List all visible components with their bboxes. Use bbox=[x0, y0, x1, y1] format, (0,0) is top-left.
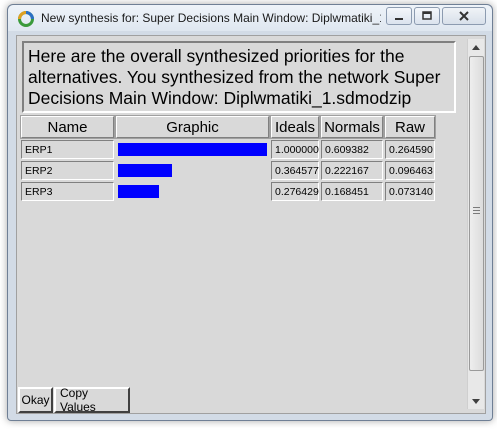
synthesis-panel: Here are the overall synthesized priorit… bbox=[16, 35, 486, 414]
column-header-ideals: Ideals bbox=[270, 115, 320, 139]
row-graphic bbox=[116, 161, 269, 180]
row-ideals: 1.000000 bbox=[271, 140, 319, 159]
priority-bar bbox=[118, 164, 172, 177]
copy-values-button[interactable]: Copy Values bbox=[54, 386, 130, 414]
scroll-up-arrow-icon[interactable] bbox=[468, 39, 484, 55]
maximize-icon bbox=[422, 11, 432, 20]
row-name: ERP2 bbox=[21, 161, 114, 180]
okay-button[interactable]: Okay bbox=[18, 387, 53, 413]
minimize-icon bbox=[395, 18, 403, 20]
close-icon bbox=[459, 11, 469, 21]
column-header-raw: Raw bbox=[384, 115, 436, 139]
maximize-button[interactable] bbox=[414, 7, 440, 25]
row-raw: 0.264590 bbox=[385, 140, 435, 159]
priority-bar bbox=[118, 143, 267, 156]
column-header-normals: Normals bbox=[320, 115, 384, 139]
row-ideals: 0.276429 bbox=[271, 182, 319, 201]
scrollbar-thumb[interactable] bbox=[469, 56, 484, 371]
row-ideals: 0.364577 bbox=[271, 161, 319, 180]
app-icon bbox=[18, 11, 34, 27]
window-title: New synthesis for: Super Decisions Main … bbox=[41, 11, 381, 25]
window-controls bbox=[384, 7, 486, 27]
message-line: alternatives. You synthesized from the n… bbox=[28, 67, 441, 87]
vertical-scrollbar[interactable] bbox=[467, 39, 484, 409]
column-header-graphic: Graphic bbox=[115, 115, 270, 139]
priority-bar bbox=[118, 185, 159, 198]
row-normals: 0.222167 bbox=[321, 161, 383, 180]
row-raw: 0.096463 bbox=[385, 161, 435, 180]
title-bar[interactable]: New synthesis for: Super Decisions Main … bbox=[8, 5, 492, 31]
grip-icon bbox=[473, 207, 480, 216]
message-line: Decisions Main Window: Diplwmatiki_1.sdm… bbox=[28, 88, 412, 108]
synthesis-window: New synthesis for: Super Decisions Main … bbox=[7, 4, 493, 421]
column-header-name: Name bbox=[20, 115, 115, 139]
row-name: ERP3 bbox=[21, 182, 114, 201]
row-name: ERP1 bbox=[21, 140, 114, 159]
synthesis-message: Here are the overall synthesized priorit… bbox=[22, 41, 456, 113]
scroll-down-arrow-icon[interactable] bbox=[468, 393, 484, 409]
row-normals: 0.168451 bbox=[321, 182, 383, 201]
row-raw: 0.073140 bbox=[385, 182, 435, 201]
close-button[interactable] bbox=[442, 7, 486, 25]
minimize-button[interactable] bbox=[386, 7, 412, 25]
row-normals: 0.609382 bbox=[321, 140, 383, 159]
row-graphic bbox=[116, 182, 269, 201]
row-graphic bbox=[116, 140, 269, 159]
message-line: Here are the overall synthesized priorit… bbox=[28, 46, 405, 66]
